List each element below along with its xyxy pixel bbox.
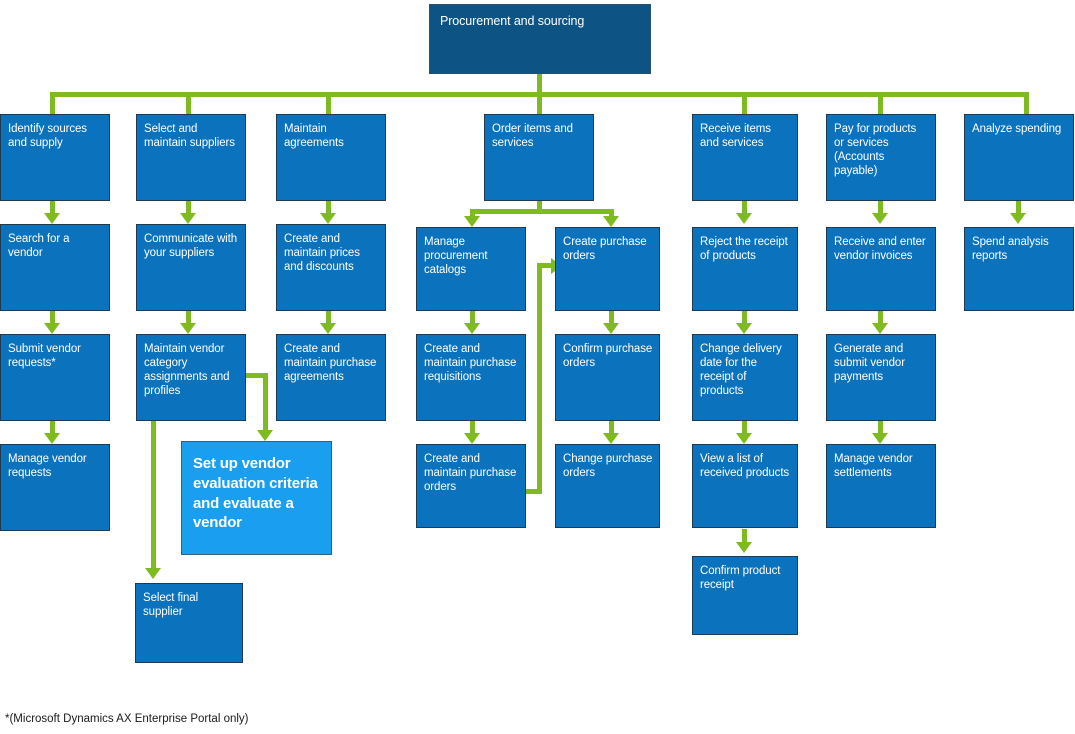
arrow-c1-n1-n2	[44, 213, 60, 224]
node-confirm-purchase-orders[interactable]: Confirm purchase orders	[555, 334, 660, 421]
node-create-and-maintain-purchase-requisitions[interactable]: Create and maintain purchase requisition…	[416, 334, 526, 421]
arrow-c1-n3-n4	[44, 433, 60, 444]
node-identify-sources-and-supply[interactable]: Identify sources and supply	[0, 114, 110, 201]
node-analyze-spending[interactable]: Analyze spending	[964, 114, 1074, 201]
node-create-and-maintain-purchase-agreements[interactable]: Create and maintain purchase agreements	[276, 334, 386, 421]
arrow-c4-split-left	[464, 216, 480, 227]
arrow-c1-n2-n3	[44, 323, 60, 334]
node-create-purchase-orders[interactable]: Create purchase orders	[555, 227, 660, 311]
connector-drop-col8	[1024, 92, 1029, 114]
arrow-c6-n2-n3	[736, 323, 752, 334]
arrow-c2-n3-final	[145, 568, 161, 579]
node-select-final-supplier[interactable]: Select final supplier	[135, 583, 243, 663]
node-view-a-list-of-received-products[interactable]: View a list of received products	[692, 444, 798, 528]
arrow-c6-n1-n2	[736, 213, 752, 224]
node-change-delivery-date-for-receipt[interactable]: Change delivery date for the receipt of …	[692, 334, 798, 421]
node-set-up-vendor-evaluation-criteria[interactable]: Set up vendor evaluation criteria and ev…	[181, 441, 332, 555]
node-manage-procurement-catalogs[interactable]: Manage procurement catalogs	[416, 227, 526, 311]
node-search-for-a-vendor[interactable]: Search for a vendor	[0, 224, 110, 311]
arrow-c7-n2-n3	[872, 323, 888, 334]
connector-drop-col3	[326, 92, 331, 114]
node-maintain-vendor-category-assignments[interactable]: Maintain vendor category assignments and…	[136, 334, 246, 421]
arrow-c5-n1-n2	[603, 323, 619, 334]
node-maintain-agreements[interactable]: Maintain agreements	[276, 114, 386, 201]
connector-drop-col1	[50, 92, 55, 114]
node-change-purchase-orders[interactable]: Change purchase orders	[555, 444, 660, 528]
node-confirm-product-receipt[interactable]: Confirm product receipt	[692, 556, 798, 635]
connector-c4-split-bus	[470, 209, 614, 214]
node-create-and-maintain-purchase-orders[interactable]: Create and maintain purchase orders	[416, 444, 526, 528]
node-communicate-with-your-suppliers[interactable]: Communicate with your suppliers	[136, 224, 246, 311]
connector-drop-col7	[878, 92, 883, 114]
arrow-c2-n2-n3	[180, 323, 196, 334]
arrow-c8-n1-n2	[1010, 213, 1026, 224]
arrow-c7-n1-n2	[872, 213, 888, 224]
node-root[interactable]: Procurement and sourcing	[429, 4, 651, 74]
node-pay-for-products-or-services[interactable]: Pay for products or services (Accounts p…	[826, 114, 936, 201]
node-manage-vendor-settlements[interactable]: Manage vendor settlements	[826, 444, 936, 528]
arrow-c7-n3-n4	[872, 433, 888, 444]
connector-c2-n3-final	[151, 418, 156, 570]
connector-c2-n3-highlight-v	[263, 373, 268, 432]
arrow-c3-n1-n2	[320, 213, 336, 224]
node-receive-and-enter-vendor-invoices[interactable]: Receive and enter vendor invoices	[826, 227, 936, 311]
connector-drop-col4	[537, 92, 542, 114]
node-order-items-and-services[interactable]: Order items and services	[484, 114, 594, 201]
node-create-and-maintain-prices-and-discounts[interactable]: Create and maintain prices and discounts	[276, 224, 386, 311]
arrow-c6-n4-n5	[736, 542, 752, 553]
diagram-canvas: Procurement and sourcing Identify source…	[0, 0, 1075, 734]
node-receive-items-and-services[interactable]: Receive items and services	[692, 114, 798, 201]
arrow-c3-n2-n3	[320, 323, 336, 334]
footnote: *(Microsoft Dynamics AX Enterprise Porta…	[5, 713, 249, 725]
arrow-c4-n2-n3	[464, 323, 480, 334]
arrow-c4-n3-n4	[464, 433, 480, 444]
node-generate-and-submit-vendor-payments[interactable]: Generate and submit vendor payments	[826, 334, 936, 421]
node-submit-vendor-requests[interactable]: Submit vendor requests*	[0, 334, 110, 421]
connector-drop-col6	[742, 92, 747, 114]
node-spend-analysis-reports[interactable]: Spend analysis reports	[964, 227, 1074, 311]
arrow-c2-n1-n2	[180, 213, 196, 224]
arrow-c4-split-right	[603, 216, 619, 227]
node-select-and-maintain-suppliers[interactable]: Select and maintain suppliers	[136, 114, 246, 201]
connector-drop-col2	[186, 92, 191, 114]
connector-feedback-v	[537, 263, 542, 494]
arrow-c6-n3-n4	[736, 433, 752, 444]
node-reject-the-receipt-of-products[interactable]: Reject the receipt of products	[692, 227, 798, 311]
arrow-c2-n3-highlight	[257, 430, 273, 441]
arrow-c5-n2-n3	[603, 433, 619, 444]
node-manage-vendor-requests[interactable]: Manage vendor requests	[0, 444, 110, 531]
